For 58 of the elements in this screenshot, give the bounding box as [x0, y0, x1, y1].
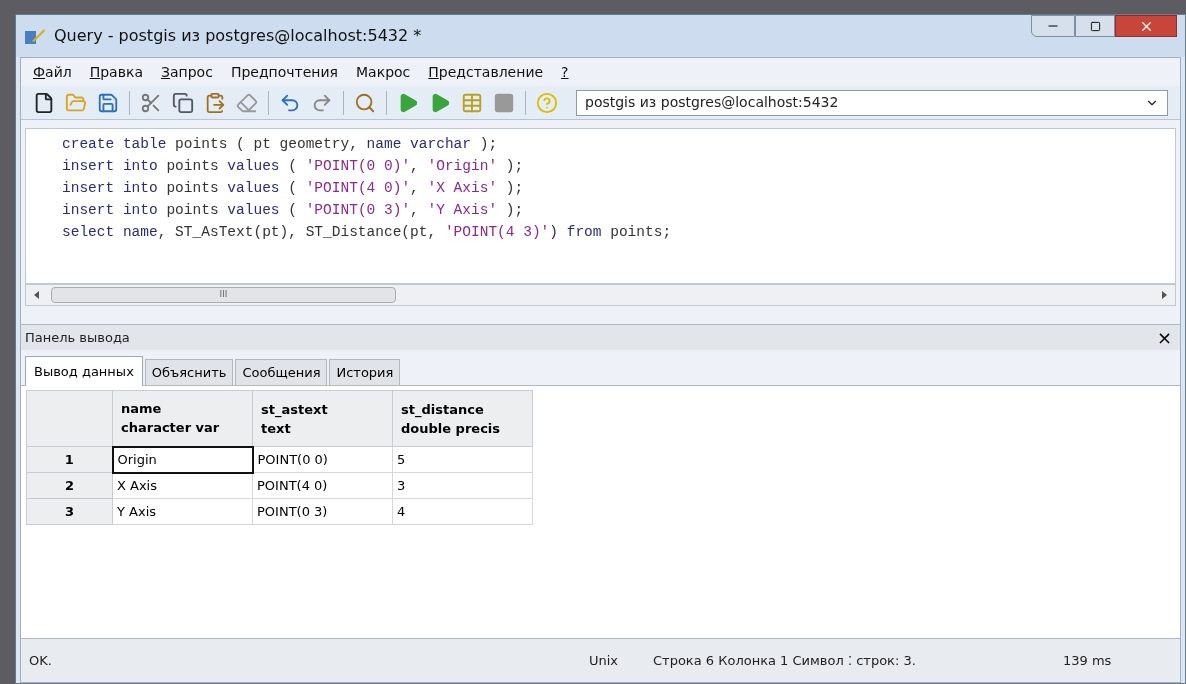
- execution-time: 139 ms: [1062, 651, 1113, 670]
- panel-close-button[interactable]: ×: [1152, 328, 1176, 347]
- window-title: Query - postgis из postgres@localhost:5432 *: [54, 25, 422, 47]
- row-number: 2: [26, 472, 113, 499]
- output-tab[interactable]: Сообщения: [235, 359, 328, 385]
- menu-item[interactable]: Представление: [428, 61, 544, 83]
- code-line: insert into points values ( 'POINT(4 0)', 'X Axis' );: [62, 179, 524, 198]
- cursor-position-status: Строка 6 Колонка 1 Символ ⁚ строк: 3.: [652, 651, 917, 670]
- code-line: insert into points values ( 'POINT(0 0)', 'Origin' );: [62, 157, 524, 176]
- copy-icon[interactable]: [172, 91, 194, 114]
- line-ending-status: Unix: [588, 651, 620, 670]
- status-message: OK.: [28, 651, 53, 670]
- table-cell: 3: [392, 472, 533, 499]
- table-cell: Y Axis: [112, 498, 253, 525]
- stop-icon[interactable]: [493, 91, 515, 114]
- scissors-icon[interactable]: [140, 91, 162, 114]
- table-cell: POINT(4 0): [252, 472, 393, 499]
- horizontal-scrollbar[interactable]: III: [25, 284, 1176, 306]
- code-line: create table points ( pt geometry, name varchar );: [62, 135, 498, 154]
- code-line: select name, ST_AsText(pt), ST_Distance(pt, 'POINT(4 3)') from points;: [62, 223, 672, 242]
- output-tab[interactable]: История: [329, 359, 401, 385]
- scroll-thumb[interactable]: III: [51, 287, 396, 303]
- output-tab[interactable]: Объяснить: [144, 359, 234, 385]
- search-icon[interactable]: [354, 91, 376, 114]
- row-number: 3: [26, 498, 113, 525]
- menu-item[interactable]: ?: [561, 61, 569, 83]
- pencil-icon: [24, 27, 46, 45]
- folder-icon[interactable]: [65, 91, 87, 114]
- new-file-icon[interactable]: [33, 91, 55, 114]
- maximize-button[interactable]: [1075, 15, 1115, 37]
- table-cell: POINT(0 3): [252, 498, 393, 525]
- sql-editor[interactable]: [25, 128, 1176, 284]
- output-tab[interactable]: Вывод данных: [25, 356, 143, 386]
- menu-item[interactable]: Файл: [33, 61, 72, 83]
- row-number: 1: [26, 446, 113, 473]
- table-cell: Origin: [112, 446, 253, 473]
- table-icon[interactable]: [461, 91, 483, 114]
- menu-item[interactable]: Правка: [89, 61, 143, 83]
- close-button[interactable]: [1115, 15, 1177, 37]
- table-cell: 4: [392, 498, 533, 525]
- eraser-icon[interactable]: [236, 91, 258, 114]
- menu-item[interactable]: Предпочтения: [230, 61, 338, 83]
- table-cell: POINT(0 0): [252, 446, 393, 473]
- scroll-left-icon: [34, 291, 39, 299]
- connection-dropdown[interactable]: postgis из postgres@localhost:5432: [576, 89, 1168, 116]
- menu-item[interactable]: Макрос: [356, 61, 411, 83]
- table-cell: 5: [392, 446, 533, 473]
- table-cell: X Axis: [112, 472, 253, 499]
- column-header[interactable]: st_distance double precis: [392, 390, 533, 447]
- column-header[interactable]: name character var: [112, 390, 253, 447]
- clipboard-icon[interactable]: [204, 91, 226, 114]
- code-line: insert into points values ( 'POINT(0 3)', 'Y Axis' );: [62, 201, 524, 220]
- scroll-right-icon: [1162, 291, 1167, 299]
- column-header[interactable]: st_astext text: [252, 390, 393, 447]
- menu-item[interactable]: Запрос: [161, 61, 213, 83]
- save-icon[interactable]: [97, 91, 119, 114]
- maximize-icon: [1089, 20, 1101, 32]
- panel-title: Панель вывода: [25, 328, 130, 347]
